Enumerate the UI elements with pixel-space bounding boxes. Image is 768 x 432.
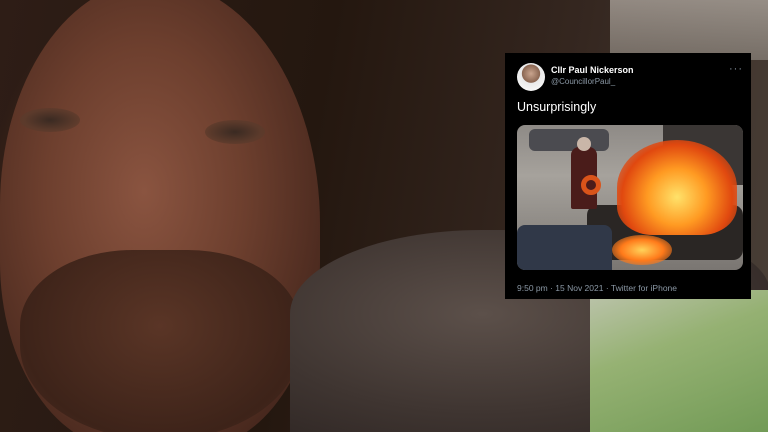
blue-car — [517, 225, 612, 270]
parked-car — [529, 129, 609, 151]
tweet-text: Unsurprisingly — [517, 100, 597, 114]
cloth — [610, 0, 768, 60]
tweet-meta[interactable]: 9:50 pm · 15 Nov 2021 · Twitter for iPho… — [517, 283, 677, 293]
avatar[interactable] — [517, 63, 545, 91]
tweet-card: Cllr Paul Nickerson @CouncillorPaul_ ···… — [505, 53, 751, 299]
beard — [20, 250, 300, 432]
tweet-media-image[interactable] — [517, 125, 743, 270]
fire — [617, 140, 737, 235]
poppy-wreath — [581, 175, 601, 195]
display-name[interactable]: Cllr Paul Nickerson — [551, 65, 634, 75]
left-eye — [20, 108, 80, 132]
fire-low — [612, 235, 672, 265]
user-handle[interactable]: @CouncillorPaul_ — [551, 77, 615, 86]
person-head — [577, 137, 591, 151]
window-light — [590, 290, 768, 432]
right-eye — [205, 120, 265, 144]
more-icon[interactable]: ··· — [729, 63, 743, 75]
